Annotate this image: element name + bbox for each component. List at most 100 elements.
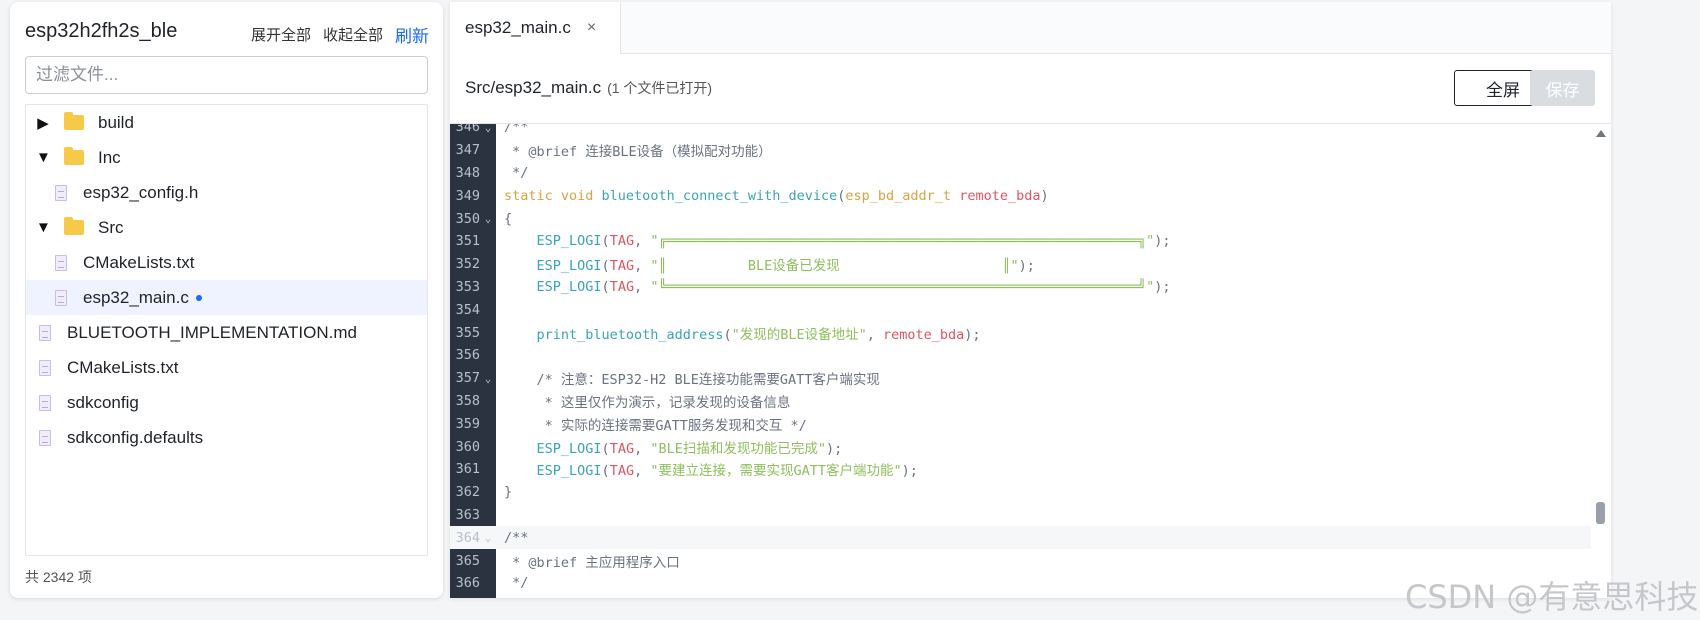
close-icon[interactable]: ×	[587, 19, 596, 37]
editor-panel: esp32_main.c × Src/esp32_main.c (1 个文件已打开…	[450, 2, 1611, 598]
code-line[interactable]: 346 ⌄ /**	[450, 124, 1591, 139]
code-line[interactable]: 362}	[450, 481, 1591, 504]
tree-item-label: esp32_config.h	[83, 182, 199, 202]
code-token: "╔══════════════════════════════════════…	[650, 233, 1155, 250]
caret-down-icon[interactable]: ▼	[36, 149, 51, 166]
fold-chevron-icon[interactable]: ⌄	[480, 531, 496, 544]
code-token: TAG	[609, 233, 635, 250]
code-text: /**	[496, 530, 528, 546]
line-number: 353	[455, 278, 480, 295]
tree-item-label: build	[98, 112, 134, 132]
line-number: 359	[455, 415, 480, 432]
tab-label: esp32_main.c	[465, 18, 571, 37]
code-token: );	[964, 326, 981, 343]
file-path-bar: Src/esp32_main.c (1 个文件已打开) 全屏 保存	[450, 54, 1611, 124]
explorer-actions: 展开全部 收起全部 刷新	[251, 22, 429, 47]
code-line[interactable]: 349 static void bluetooth_connect_with_de…	[450, 184, 1591, 207]
code-token: );	[901, 463, 918, 480]
code-line[interactable]: 359 * 实际的连接需要GATT服务发现和交互 */	[450, 412, 1591, 435]
tree-file[interactable]: BLUETOOTH_IMPLEMENTATION.md	[26, 315, 427, 350]
code-token: * 这里仅作为演示，记录发现的设备信息	[504, 394, 791, 411]
tree-file[interactable]: CMakeLists.txt	[26, 350, 427, 385]
code-text: /**	[496, 124, 528, 135]
code-editor[interactable]: 346 ⌄/** 347 * @brief 连接BLE设备（模拟配对功能） 348 *…	[450, 124, 1611, 598]
code-line[interactable]: 361 ESP_LOGI(TAG, "要建立连接，需要实现GATT客户端功能")…	[450, 458, 1591, 481]
code-token: );	[1154, 233, 1171, 250]
code-line[interactable]: 355 print_bluetooth_address("发现的BLE设备地址"…	[450, 321, 1591, 344]
line-number: 352	[455, 256, 480, 273]
file-explorer-panel: esp32h2fh2s_ble 展开全部 收起全部 刷新 ▶ build ▼ Inc e…	[10, 2, 443, 598]
code-token: (	[601, 440, 610, 457]
code-token: "BLE扫描和发现功能已完成"	[650, 440, 826, 457]
tree-file[interactable]: esp32_config.h	[26, 175, 427, 210]
item-count: 共 2342 项	[25, 569, 92, 585]
code-token: ESP_LOGI	[504, 233, 602, 250]
code-token: (	[601, 233, 610, 250]
code-text: ESP_LOGI(TAG, "╚════════════════════════…	[496, 279, 1171, 295]
tree-folder[interactable]: ▶ build	[26, 105, 427, 140]
code-line[interactable]: 358 * 这里仅作为演示，记录发现的设备信息	[450, 390, 1591, 413]
code-token: ,	[634, 258, 651, 275]
fold-chevron-icon[interactable]: ⌄	[480, 212, 496, 225]
scroll-up-arrow-icon[interactable]	[1596, 130, 1606, 137]
expand-all-button[interactable]: 展开全部	[251, 24, 311, 45]
code-line[interactable]: 351 ESP_LOGI(TAG, "╔════════════════════…	[450, 230, 1591, 253]
tree-folder[interactable]: ▼ Src	[26, 210, 427, 245]
editor-scrollbar[interactable]	[1591, 124, 1611, 598]
code-line[interactable]: 348 */	[450, 162, 1591, 185]
tree-item-label: CMakeLists.txt	[67, 357, 179, 377]
file-path-text: Src/esp32_main.c	[465, 78, 602, 97]
code-line[interactable]: 365 * @brief 主应用程序入口	[450, 549, 1591, 572]
line-number: 354	[455, 301, 480, 318]
fold-chevron-icon[interactable]: ⌄	[480, 124, 496, 134]
code-token: bluetooth_connect_with_device	[601, 187, 838, 204]
code-token: "发现的BLE设备地址"	[731, 326, 867, 343]
fold-chevron-icon[interactable]: ⌄	[480, 372, 496, 385]
tree-item-label: Inc	[98, 147, 121, 167]
code-line[interactable]: 356	[450, 344, 1591, 367]
tree-item-label: sdkconfig.defaults	[67, 427, 204, 447]
tree-file[interactable]: sdkconfig.defaults	[26, 420, 427, 455]
file-path: Src/esp32_main.c (1 个文件已打开)	[465, 78, 712, 98]
code-line[interactable]: 357 ⌄ /* 注意：ESP32-H2 BLE连接功能需要GATT客户端实现	[450, 367, 1591, 390]
code-line[interactable]: 347 * @brief 连接BLE设备（模拟配对功能）	[450, 139, 1591, 162]
code-token: TAG	[609, 440, 635, 457]
line-number: 362	[455, 484, 480, 501]
code-line[interactable]: 350 ⌄ {	[450, 207, 1591, 230]
file-icon	[55, 289, 67, 306]
code-token: */	[504, 164, 529, 181]
save-button[interactable]: 保存	[1530, 70, 1595, 106]
collapse-all-button[interactable]: 收起全部	[323, 24, 383, 45]
line-number: 349	[455, 187, 480, 204]
code-line[interactable]: 353 ESP_LOGI(TAG, "╚════════════════════…	[450, 276, 1591, 299]
tree-folder[interactable]: ▼ Inc	[26, 140, 427, 175]
line-number: 364	[455, 529, 480, 546]
tree-file[interactable]: sdkconfig	[26, 385, 427, 420]
filter-files-input[interactable]	[25, 56, 428, 94]
tab-esp32-main[interactable]: esp32_main.c ×	[450, 2, 621, 54]
code-token: );	[1154, 278, 1171, 295]
code-token: * @brief 连接BLE设备（模拟配对功能）	[504, 144, 772, 161]
code-line[interactable]: 354	[450, 298, 1591, 321]
line-number: 348	[455, 164, 480, 181]
code-line[interactable]: 360 ESP_LOGI(TAG, "BLE扫描和发现功能已完成");	[450, 435, 1591, 458]
code-token: /* 注意：ESP32-H2 BLE连接功能需要GATT客户端实现	[504, 372, 880, 389]
code-token: */	[504, 575, 529, 592]
refresh-button[interactable]: 刷新	[395, 22, 429, 47]
code-token: {	[504, 210, 513, 227]
code-line[interactable]: 364 ⌄ /**	[450, 526, 1591, 550]
caret-right-icon[interactable]: ▶	[36, 114, 50, 132]
caret-down-icon[interactable]: ▼	[36, 219, 51, 236]
code-lines: 346 ⌄/** 347 * @brief 连接BLE设备（模拟配对功能） 348 *…	[450, 124, 1591, 598]
code-token: "要建立连接，需要实现GATT客户端功能"	[650, 463, 902, 480]
code-text: static void bluetooth_connect_with_devic…	[496, 188, 1049, 204]
code-text: print_bluetooth_address("发现的BLE设备地址", re…	[496, 323, 981, 343]
tree-file[interactable]: CMakeLists.txt	[26, 245, 427, 280]
tree-file[interactable]: esp32_main.c	[26, 280, 427, 315]
code-token: TAG	[609, 463, 635, 480]
code-line[interactable]: 352 ESP_LOGI(TAG, "║ BLE设备已发现 ║");	[450, 253, 1591, 276]
scroll-thumb[interactable]	[1596, 502, 1605, 524]
code-line[interactable]: 363	[450, 504, 1591, 527]
code-token: ,	[634, 463, 651, 480]
code-text: ESP_LOGI(TAG, "BLE扫描和发现功能已完成");	[496, 437, 843, 457]
